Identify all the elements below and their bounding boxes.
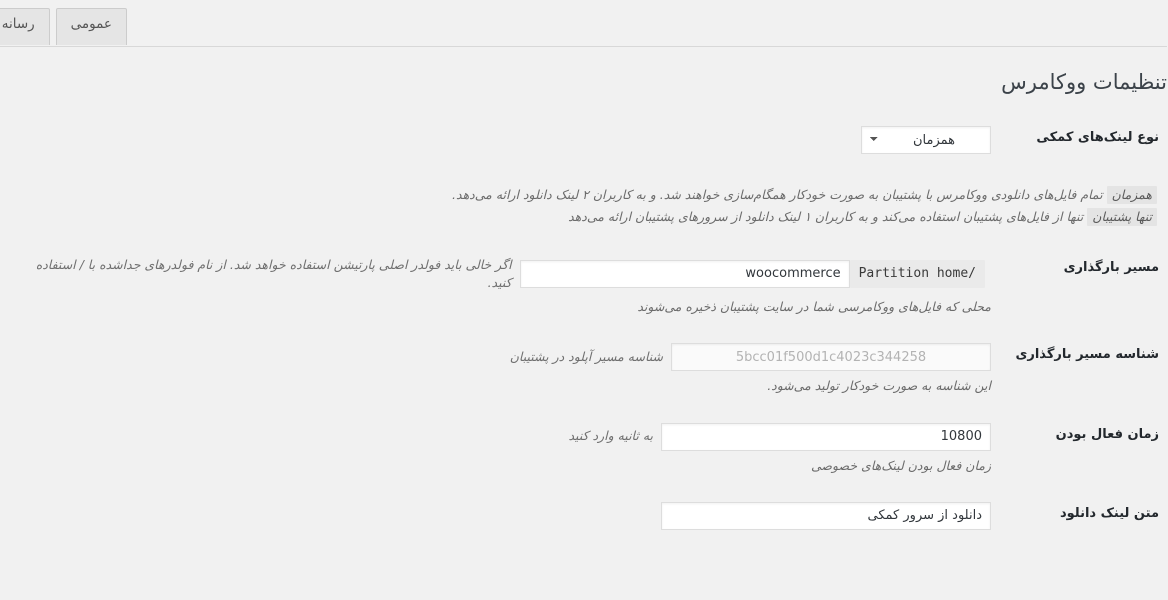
upload-path-id-side-note: شناسه مسیر آپلود در پشتیبان [510,349,664,365]
settings-form-table: نوع لینک‌های کمکی همزمان تنها پشتیبان هم… [0,112,1168,542]
row-active-time-label: زمان فعال بودن [1056,426,1160,442]
link-type-note-backup-text: تنها از فایل‌های پشتیبان استفاده می‌کند … [569,209,1085,225]
download-link-text-input[interactable] [662,501,992,530]
upload-path-side-note: اگر خالی باید فولدر اصلی پارتیشن استفاده… [36,256,513,290]
link-type-notes-cell: همزمان تمام فایل‌های دانلودی ووکامرس با … [0,166,1168,242]
link-type-control-line: همزمان تنها پشتیبان [24,126,992,155]
active-time-input[interactable] [662,422,992,451]
nav-tab-list: عمومی رسانه پشتیبان‌گیری ووکامرس [0,8,128,45]
row-download-link-text-label: متن لینک دانلود [1060,505,1160,521]
tab-general[interactable]: عمومی [56,8,128,45]
row-active-time-field: به ثانیه وارد کنید زمان فعال بودن لینک‌ه… [0,409,1002,488]
upload-path-prefix: Partition home/ [850,259,986,288]
upload-path-id-control-line: شناسه مسیر آپلود در پشتیبان [24,343,992,372]
upload-path-id-description: این شناسه به صورت خودکار تولید می‌شود. [768,378,992,394]
active-time-side-note: به ثانیه وارد کنید [569,428,654,444]
row-link-type: نوع لینک‌های کمکی همزمان تنها پشتیبان [0,112,1168,166]
upload-path-description: محلی که فایل‌های ووکامرسی شما در سایت پش… [638,299,992,315]
row-download-link-text-field [0,488,1002,542]
row-upload-path-id-label: شناسه مسیر بارگذاری [1016,347,1160,363]
row-upload-path-id-field: شناسه مسیر آپلود در پشتیبان این شناسه به… [0,329,1002,408]
link-type-note-sync-badge: همزمان [1107,186,1158,205]
row-upload-path: مسیر بارگذاری Partition home/ اگر خالی ب… [0,242,1168,330]
active-time-description: زمان فعال بودن لینک‌های خصوصی [812,457,992,473]
upload-path-input[interactable] [520,259,851,288]
row-upload-path-id: شناسه مسیر بارگذاری شناسه مسیر آپلود در … [0,329,1168,408]
row-link-type-notes: همزمان تمام فایل‌های دانلودی ووکامرس با … [0,166,1168,242]
page-title: تنظیمات ووکامرس [1002,70,1168,94]
link-type-note-backup-badge: تنها پشتیبان [1088,208,1158,227]
row-active-time: زمان فعال بودن به ثانیه وارد کنید زمان ف… [0,409,1168,488]
tab-media[interactable]: رسانه [0,8,51,45]
row-download-link-text: متن لینک دانلود [0,488,1168,542]
row-link-type-label: نوع لینک‌های کمکی [1037,130,1160,146]
upload-path-control-line: Partition home/ اگر خالی باید فولدر اصلی… [24,256,992,292]
tab-baseline-divider [0,46,1168,47]
download-link-text-control-line [24,501,992,530]
link-type-note-sync: همزمان تمام فایل‌های دانلودی ووکامرس با … [24,186,1158,205]
row-upload-path-field: Partition home/ اگر خالی باید فولدر اصلی… [0,242,1002,330]
tab-bar: عمومی رسانه پشتیبان‌گیری ووکامرس [0,0,1168,47]
row-link-type-field: همزمان تنها پشتیبان [0,112,1002,166]
link-type-note-backup: تنها پشتیبان تنها از فایل‌های پشتیبان اس… [24,208,1158,227]
active-time-control-line: به ثانیه وارد کنید [24,422,992,451]
link-type-note-sync-text: تمام فایل‌های دانلودی ووکامرس با پشتیبان… [453,187,1104,203]
link-type-select[interactable]: همزمان تنها پشتیبان [862,126,992,155]
row-upload-path-label: مسیر بارگذاری [1064,259,1160,275]
upload-path-id-input[interactable] [672,343,992,372]
